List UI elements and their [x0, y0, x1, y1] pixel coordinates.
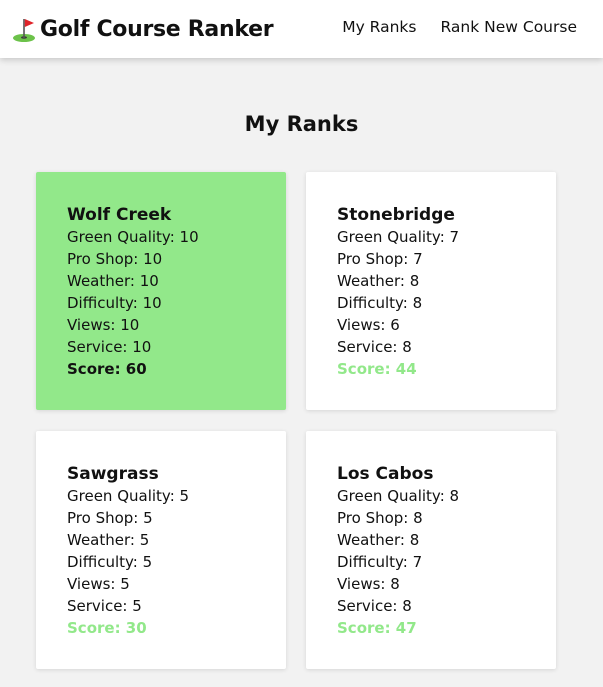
green-quality: Green Quality: 7	[337, 228, 460, 246]
course-name: Sawgrass	[67, 464, 159, 484]
navbar: Golf Course Ranker My Ranks Rank New Cou…	[0, 0, 603, 58]
score: Score: 44	[337, 360, 417, 378]
green-quality: Green Quality: 10	[67, 228, 199, 246]
weather: Weather: 5	[67, 531, 150, 549]
weather: Weather: 8	[337, 272, 420, 290]
green-quality: Green Quality: 5	[67, 487, 190, 505]
nav-my-ranks[interactable]: My Ranks	[342, 18, 416, 36]
page-title: My Ranks	[244, 112, 359, 136]
brand-title: Golf Course Ranker	[40, 16, 274, 42]
views: Views: 10	[67, 316, 140, 334]
course-card: Wolf Creek Green Quality: 10 Pro Shop: 1…	[36, 172, 286, 410]
nav-links: My Ranks Rank New Course	[342, 18, 577, 36]
course-name: Stonebridge	[337, 205, 455, 225]
weather: Weather: 8	[337, 531, 420, 549]
difficulty: Difficulty: 5	[67, 553, 153, 571]
brand-link[interactable]: Golf Course Ranker	[12, 13, 274, 45]
weather: Weather: 10	[67, 272, 159, 290]
pro-shop: Pro Shop: 8	[337, 509, 423, 527]
course-card: Los Cabos Green Quality: 8 Pro Shop: 8 W…	[306, 431, 556, 669]
pro-shop: Pro Shop: 5	[67, 509, 153, 527]
service: Service: 5	[67, 597, 142, 615]
service: Service: 10	[67, 338, 152, 356]
score: Score: 30	[67, 619, 147, 637]
golf-flag-icon	[12, 15, 38, 43]
course-name: Los Cabos	[337, 464, 434, 484]
pro-shop: Pro Shop: 10	[67, 250, 163, 268]
views: Views: 6	[337, 316, 400, 334]
views: Views: 5	[67, 575, 130, 593]
difficulty: Difficulty: 7	[337, 553, 423, 571]
course-name: Wolf Creek	[67, 205, 172, 225]
service: Service: 8	[337, 338, 412, 356]
nav-rank-new-course[interactable]: Rank New Course	[440, 18, 577, 36]
difficulty: Difficulty: 8	[337, 294, 423, 312]
course-card: Sawgrass Green Quality: 5 Pro Shop: 5 We…	[36, 431, 286, 669]
course-card: Stonebridge Green Quality: 7 Pro Shop: 7…	[306, 172, 556, 410]
service: Service: 8	[337, 597, 412, 615]
score: Score: 47	[337, 619, 417, 637]
pro-shop: Pro Shop: 7	[337, 250, 423, 268]
views: Views: 8	[337, 575, 400, 593]
green-quality: Green Quality: 8	[337, 487, 460, 505]
difficulty: Difficulty: 10	[67, 294, 162, 312]
score: Score: 60	[67, 360, 147, 378]
